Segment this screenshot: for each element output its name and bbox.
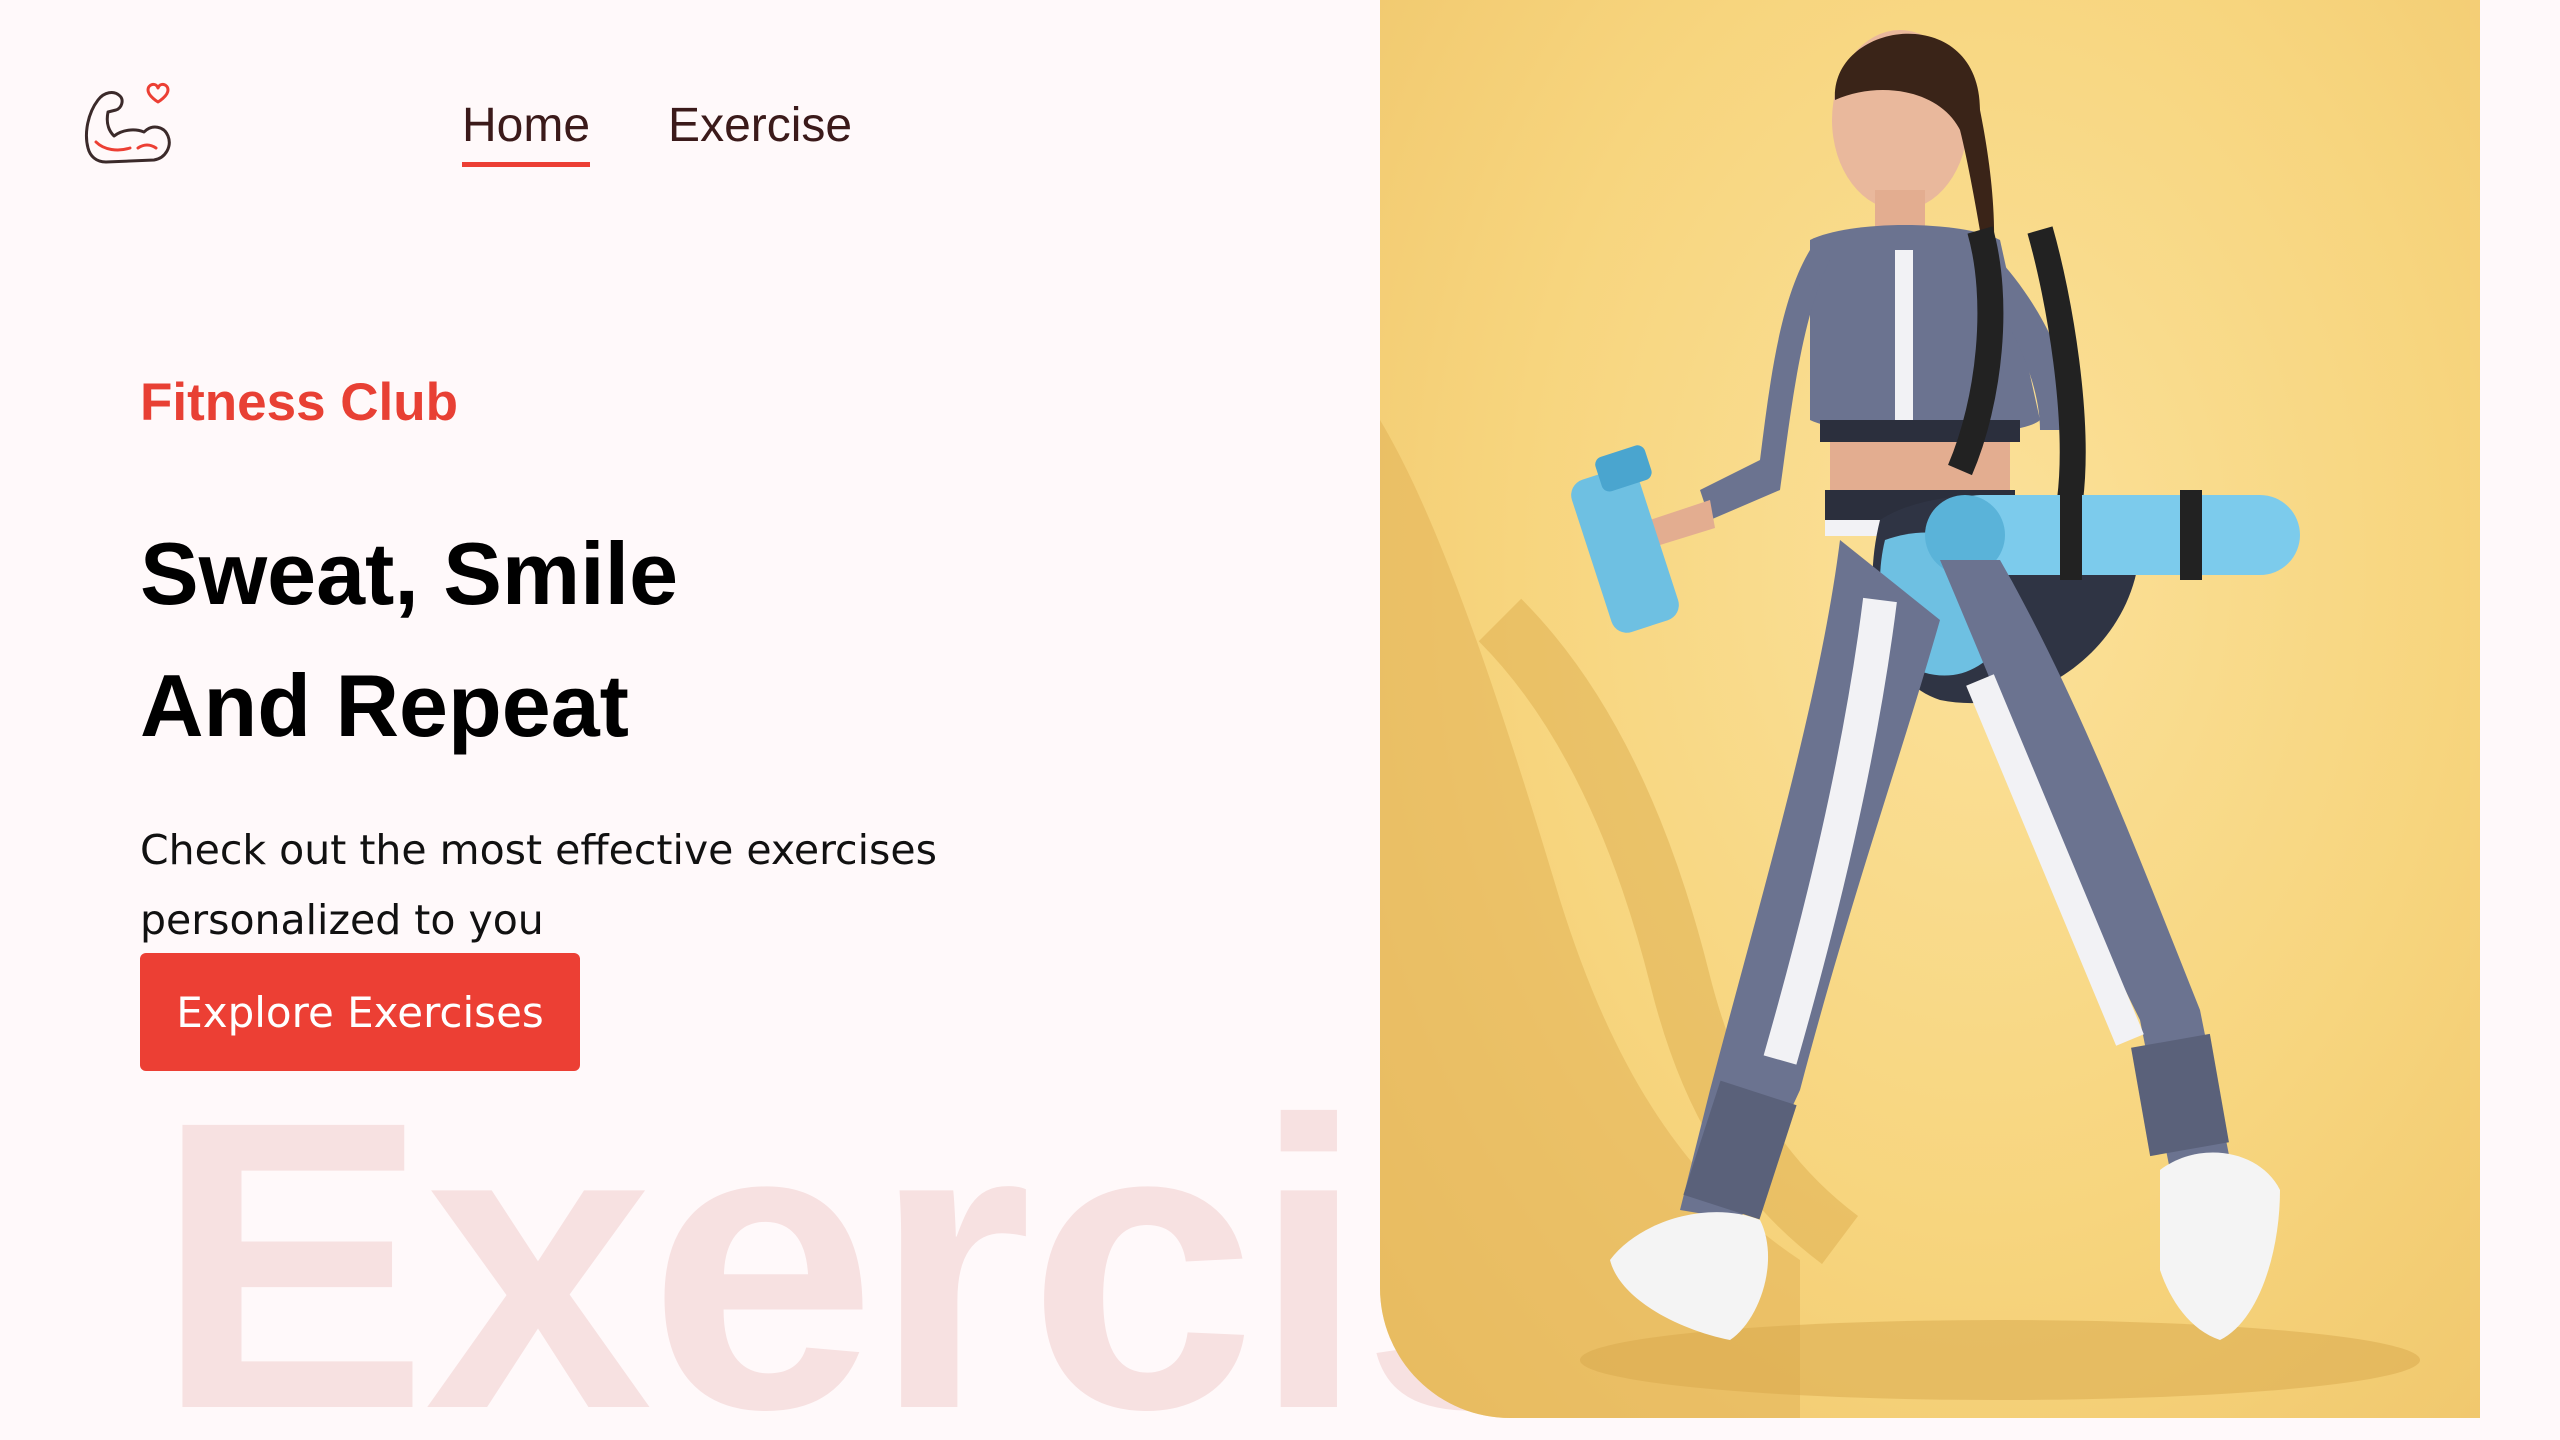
woman-walking-with-gym-bag-icon — [1380, 30, 2420, 1418]
hero-photo — [1380, 0, 2480, 1418]
hero-headline: Sweat, Smile And Repeat — [140, 508, 678, 772]
hero-eyebrow: Fitness Club — [140, 373, 459, 432]
explore-exercises-button[interactable]: Explore Exercises — [140, 953, 580, 1071]
hero-headline-line2: And Repeat — [140, 656, 629, 755]
hero-subtext: Check out the most effective exercises p… — [140, 826, 937, 944]
logo-flexed-arm-icon[interactable] — [78, 78, 178, 178]
nav-link-home[interactable]: Home — [462, 98, 591, 167]
main-nav: Home Exercise — [462, 98, 852, 167]
nav-link-exercise[interactable]: Exercise — [668, 98, 852, 161]
hero-headline-line1: Sweat, Smile — [140, 524, 679, 623]
